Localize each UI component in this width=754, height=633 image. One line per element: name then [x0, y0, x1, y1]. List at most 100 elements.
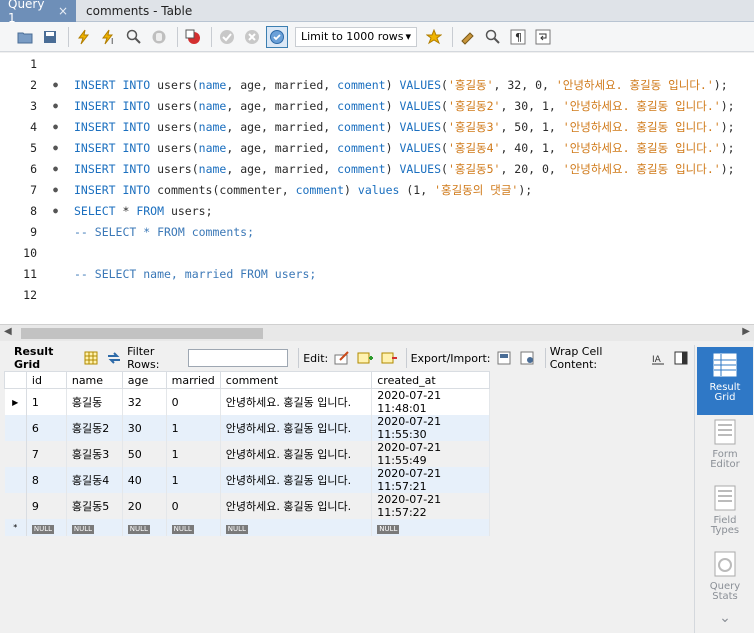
open-folder-icon[interactable] — [14, 26, 36, 48]
scrollbar-thumb[interactable] — [21, 328, 263, 339]
column-header-id[interactable]: id — [25, 371, 67, 389]
cell-age[interactable]: 20 — [122, 493, 167, 519]
edit-row-icon[interactable] — [332, 347, 352, 369]
scroll-right-arrow-icon[interactable]: ▶ — [742, 326, 750, 337]
row-header[interactable] — [4, 493, 27, 519]
cell-age[interactable]: NULL — [122, 519, 167, 536]
column-header-married[interactable]: married — [165, 371, 221, 389]
side-scroll-down-icon[interactable]: ⌄ — [697, 611, 753, 625]
cell-name[interactable]: 홍길동2 — [66, 415, 123, 441]
execute-lightning-icon[interactable] — [73, 26, 95, 48]
column-header-name[interactable]: name — [65, 371, 123, 389]
table-row[interactable]: ▶ 1 홍길동 32 0 안녕하세요. 홍길동 입니다. 2020-07-21 11:48:… — [4, 388, 490, 415]
cell-created_at[interactable]: 2020-07-21 11:48:01 — [371, 388, 490, 415]
cell-married[interactable]: 1 — [166, 467, 221, 493]
cell-name[interactable]: 홍길동3 — [66, 441, 123, 467]
table-row[interactable]: 6 홍길동2 30 1 안녕하세요. 홍길동 입니다. 2020-07-21 11:55:… — [4, 415, 490, 441]
cell-id[interactable]: 8 — [26, 467, 67, 493]
side-result-grid[interactable]: Result Grid — [697, 347, 753, 415]
tab-comments-table[interactable]: comments - Table — [78, 0, 200, 22]
row-header[interactable] — [4, 467, 27, 493]
editor-line[interactable]: 6 ● INSERT INTO users(name, age, married, … — [0, 158, 734, 179]
filter-rows-input[interactable] — [188, 349, 289, 367]
editor-line[interactable]: 5 ● INSERT INTO users(name, age, married, … — [0, 137, 734, 158]
refresh-arrows-icon[interactable] — [104, 347, 124, 369]
grid-view-icon[interactable] — [81, 347, 101, 369]
editor-horizontal-scrollbar[interactable]: ◀ ▶ — [0, 324, 754, 341]
cell-age[interactable]: 40 — [122, 467, 167, 493]
cell-id[interactable]: 7 — [26, 441, 67, 467]
editor-line[interactable]: 10 — [0, 242, 74, 263]
cell-age[interactable]: 50 — [122, 441, 167, 467]
cell-married[interactable]: 0 — [166, 388, 221, 415]
cell-created_at[interactable]: 2020-07-21 11:57:22 — [371, 493, 490, 519]
editor-line[interactable]: 7 ● INSERT INTO comments(commenter, commen… — [0, 179, 532, 200]
cell-married[interactable]: 1 — [166, 441, 221, 467]
add-snippet-star-icon[interactable] — [423, 26, 445, 48]
delete-row-icon[interactable] — [379, 347, 399, 369]
cell-comment[interactable]: 안녕하세요. 홍길동 입니다. — [220, 467, 373, 493]
insert-row-icon[interactable] — [355, 347, 375, 369]
save-icon[interactable] — [39, 26, 61, 48]
editor-line[interactable]: 4 ● INSERT INTO users(name, age, married, … — [0, 116, 734, 137]
current-row-marker-icon[interactable]: ▶ — [4, 388, 27, 415]
import-icon[interactable] — [518, 347, 538, 369]
side-form-editor[interactable]: Form Editor — [697, 419, 753, 470]
row-header[interactable] — [4, 415, 27, 441]
editor-line[interactable]: 8 ● SELECT * FROM users; — [0, 200, 212, 221]
cell-comment[interactable]: NULL — [220, 519, 373, 536]
column-header-comment[interactable]: comment — [219, 371, 373, 389]
side-field-types[interactable]: Field Types — [697, 485, 753, 536]
execute-current-icon[interactable]: I — [98, 26, 120, 48]
cell-id[interactable]: NULL — [26, 519, 67, 536]
tab-query-1[interactable]: Query 1 × — [0, 0, 76, 25]
cell-age[interactable]: 30 — [122, 415, 167, 441]
cell-id[interactable]: 9 — [26, 493, 67, 519]
wrap-lines-icon[interactable] — [532, 26, 554, 48]
cell-comment[interactable]: 안녕하세요. 홍길동 입니다. — [220, 493, 373, 519]
column-header-age[interactable]: age — [121, 371, 167, 389]
scroll-left-arrow-icon[interactable]: ◀ — [4, 326, 12, 337]
cell-married[interactable]: NULL — [166, 519, 221, 536]
explain-magnifier-icon[interactable] — [123, 26, 145, 48]
cell-age[interactable]: 32 — [122, 388, 167, 415]
cell-name[interactable]: 홍길동 — [66, 388, 123, 415]
wrap-cell-icon[interactable]: IA — [648, 347, 668, 369]
limit-rows-select[interactable]: Limit to 1000 rows ▾ — [295, 26, 417, 47]
cell-name[interactable]: 홍길동4 — [66, 467, 123, 493]
toggle-panel-icon[interactable] — [671, 347, 691, 369]
stop-hand-icon[interactable] — [148, 26, 170, 48]
editor-line[interactable]: 2 ● INSERT INTO users(name, age, married, … — [0, 74, 728, 95]
table-row[interactable]: 8 홍길동4 40 1 안녕하세요. 홍길동 입니다. 2020-07-21 11:57:… — [4, 467, 490, 493]
editor-line[interactable]: 1 — [0, 53, 74, 74]
editor-line[interactable]: 9 -- SELECT * FROM comments; — [0, 221, 254, 242]
close-icon[interactable]: × — [58, 4, 68, 18]
cell-id[interactable]: 6 — [26, 415, 67, 441]
cell-comment[interactable]: 안녕하세요. 홍길동 입니다. — [220, 415, 373, 441]
cell-created_at[interactable]: NULL — [371, 519, 490, 536]
editor-line[interactable]: 12 — [0, 284, 74, 305]
autocommit-toggle-icon[interactable] — [266, 25, 288, 48]
row-header[interactable] — [4, 441, 27, 467]
cell-married[interactable]: 0 — [166, 493, 221, 519]
cell-created_at[interactable]: 2020-07-21 11:57:21 — [371, 467, 490, 493]
export-icon[interactable] — [495, 347, 515, 369]
beautify-brush-icon[interactable] — [457, 26, 479, 48]
table-row[interactable]: 7 홍길동3 50 1 안녕하세요. 홍길동 입니다. 2020-07-21 11:55:… — [4, 441, 490, 467]
table-row[interactable]: 9 홍길동5 20 0 안녕하세요. 홍길동 입니다. 2020-07-21 11:57:… — [4, 493, 490, 519]
cell-comment[interactable]: 안녕하세요. 홍길동 입니다. — [220, 441, 373, 467]
cell-id[interactable]: 1 — [26, 388, 67, 415]
rollback-x-icon[interactable] — [241, 26, 263, 48]
editor-line[interactable]: 11 -- SELECT name, married FROM users; — [0, 263, 316, 284]
result-grid[interactable]: id name age married comment created_at ▶ 1 홍길동 3… — [4, 371, 490, 536]
column-header-created_at[interactable]: created_at — [371, 371, 490, 389]
cell-created_at[interactable]: 2020-07-21 11:55:30 — [371, 415, 490, 441]
toggle-error-icon[interactable] — [182, 26, 204, 48]
cell-comment[interactable]: 안녕하세요. 홍길동 입니다. — [220, 388, 373, 415]
side-query-stats[interactable]: Query Stats — [697, 551, 753, 602]
cell-married[interactable]: 1 — [166, 415, 221, 441]
new-row[interactable]: * NULL NULL NULL NULL NULL NULL — [4, 519, 490, 536]
cell-created_at[interactable]: 2020-07-21 11:55:49 — [371, 441, 490, 467]
cell-name[interactable]: NULL — [66, 519, 123, 536]
sql-editor[interactable]: 1 2 ● INSERT INTO users(name, age, married,… — [0, 53, 754, 324]
